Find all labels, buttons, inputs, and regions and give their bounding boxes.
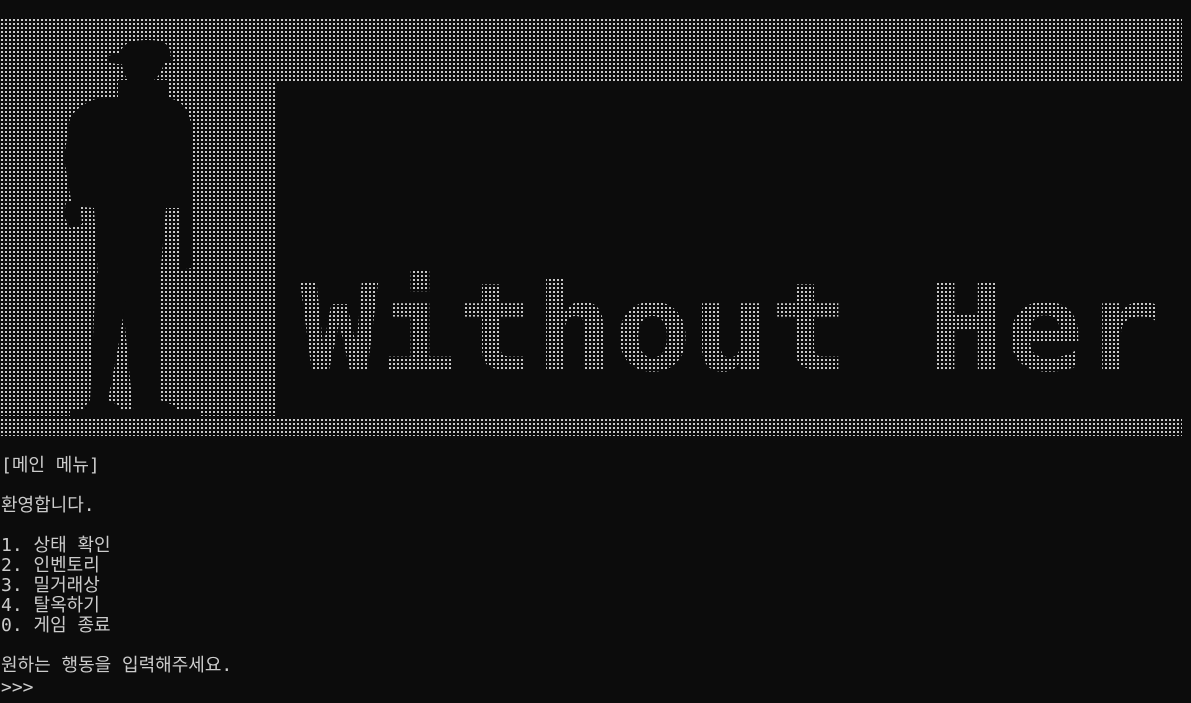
ascii-art-banner: Without Her <box>0 18 1182 436</box>
menu-item-inventory: 2. 인벤토리 <box>1 555 100 576</box>
menu-header: [메인 메뉴] <box>1 455 100 476</box>
menu-item-status: 1. 상태 확인 <box>1 535 111 556</box>
input-instruction: 원하는 행동을 입력해주세요. <box>1 655 233 676</box>
menu-item-quit: 0. 게임 종료 <box>1 615 111 636</box>
menu-item-escape: 4. 탈옥하기 <box>1 595 100 616</box>
command-prompt: >>> <box>1 677 34 698</box>
console-window: Without Her [메인 메뉴] 환영합니다. 1. 상태 확인 2. 인… <box>0 0 1191 703</box>
command-input[interactable] <box>34 678 434 698</box>
welcome-message: 환영합니다. <box>1 495 95 516</box>
menu-item-black-market: 3. 밀거래상 <box>1 575 100 596</box>
banner-title: Without Her <box>300 257 1162 399</box>
